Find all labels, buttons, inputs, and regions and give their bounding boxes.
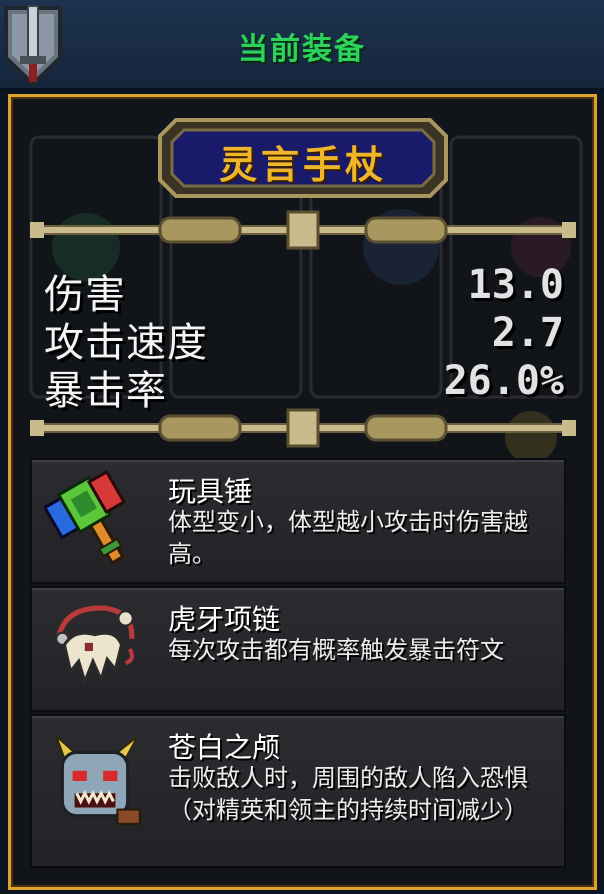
item-card-tiger-tooth-necklace[interactable]: 虎牙项链 每次攻击都有概率触发暴击符文 bbox=[30, 586, 566, 712]
page-title: 当前装备 bbox=[238, 32, 366, 67]
divider-top bbox=[30, 210, 576, 250]
item-description: 体型变小，体型越小攻击时伤害越高。 bbox=[168, 508, 528, 568]
stat-value-damage: 13.0 bbox=[467, 262, 564, 308]
toy-hammer-icon bbox=[44, 470, 127, 566]
item-name: 玩具锤 bbox=[168, 475, 253, 508]
header-bar: 当前装备 bbox=[0, 0, 604, 91]
tiger-tooth-necklace-icon bbox=[55, 605, 135, 687]
stat-value-crit-rate: 26.0% bbox=[443, 358, 564, 404]
item-card-toy-hammer[interactable]: 玩具锤 体型变小，体型越小攻击时伤害越高。 bbox=[30, 458, 566, 584]
divider-bottom bbox=[30, 408, 576, 448]
item-description: 击败敌人时，周围的敌人陷入恐惧（对精英和领主的持续时间减少） bbox=[168, 764, 528, 824]
item-card-pale-skull[interactable]: 苍白之颅 击败敌人时，周围的敌人陷入恐惧（对精英和领主的持续时间减少） bbox=[30, 714, 566, 868]
weapon-name: 灵言手杖 bbox=[218, 143, 387, 187]
stat-value-attack-speed: 2.7 bbox=[491, 310, 564, 356]
item-description: 每次攻击都有概率触发暴击符文 bbox=[168, 636, 504, 664]
pale-skull-icon bbox=[55, 735, 141, 825]
item-name: 苍白之颅 bbox=[168, 731, 281, 764]
item-name: 虎牙项链 bbox=[168, 603, 281, 636]
